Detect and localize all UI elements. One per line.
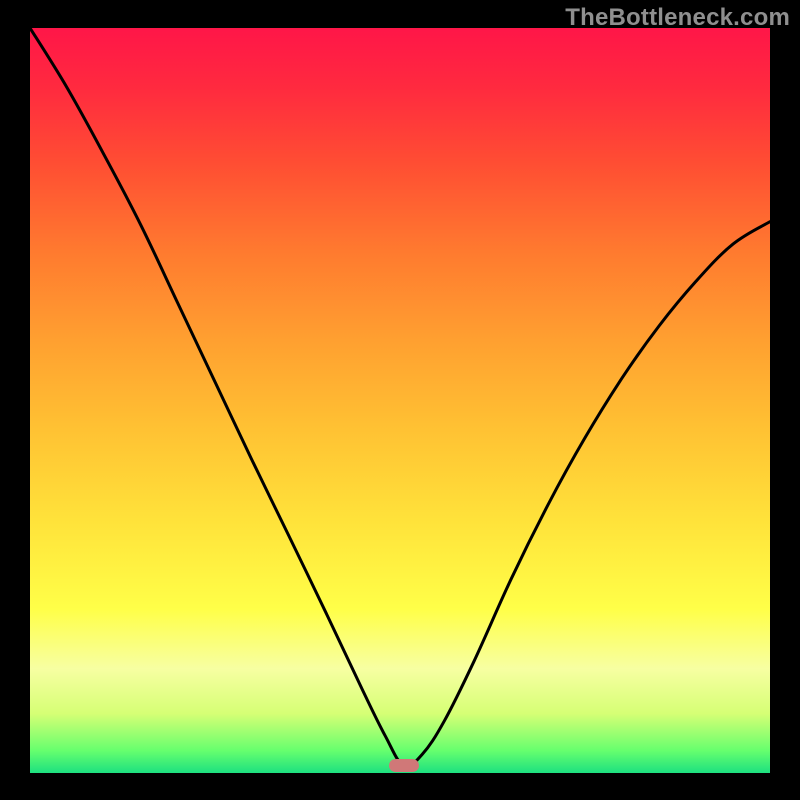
optimal-marker bbox=[389, 759, 419, 772]
watermark-text: TheBottleneck.com bbox=[565, 4, 790, 32]
curve-path bbox=[30, 28, 770, 766]
chart-frame: TheBottleneck.com bbox=[0, 0, 800, 800]
bottleneck-curve bbox=[30, 28, 770, 773]
plot-area bbox=[30, 28, 770, 773]
